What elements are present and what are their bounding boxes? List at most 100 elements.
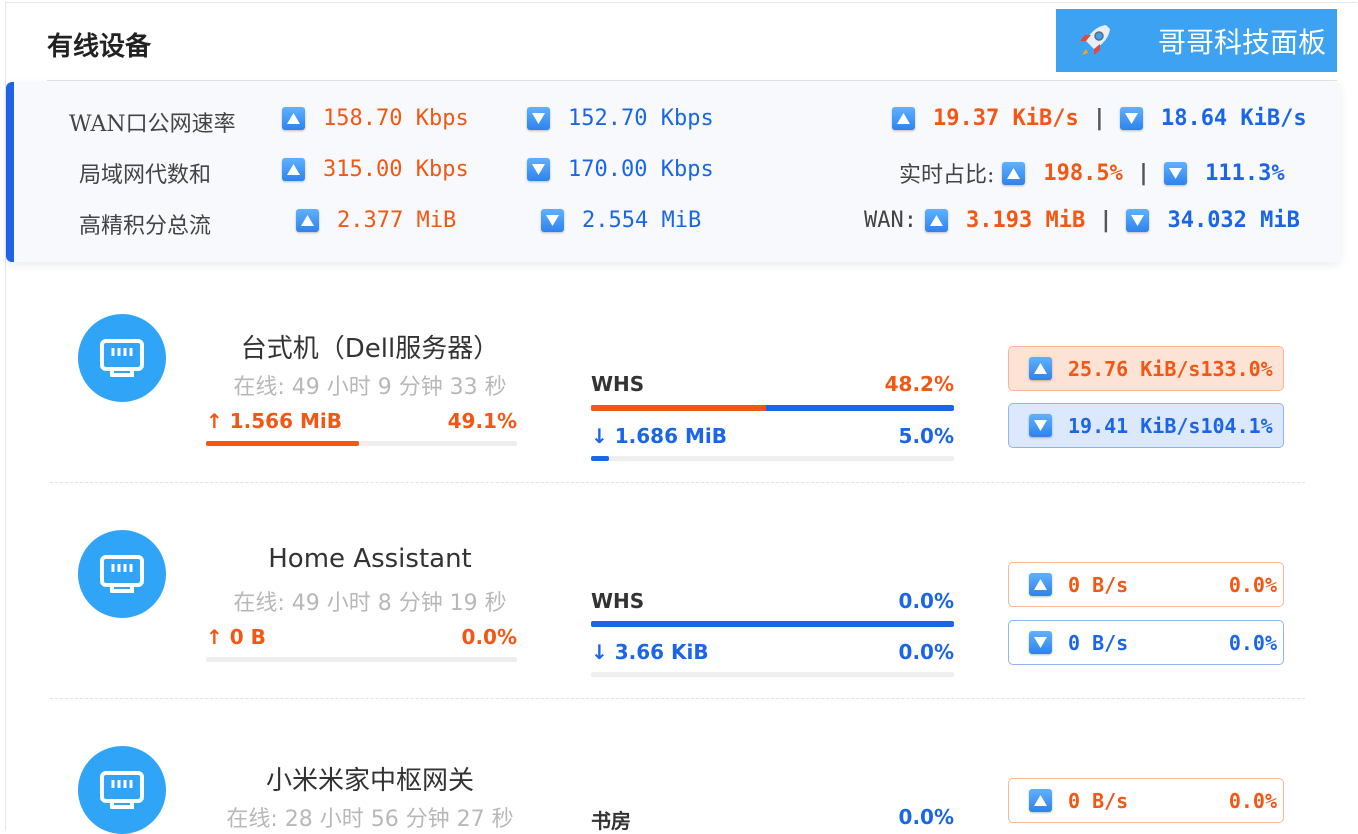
upload-speed-pct: 133.0% bbox=[1200, 356, 1273, 381]
download-bar bbox=[591, 456, 954, 461]
wan-down-rate: 18.64 KiB/s bbox=[1160, 106, 1307, 131]
lan-down-value: 170.00 Kbps bbox=[568, 157, 714, 182]
wan-label: WAN: bbox=[864, 208, 917, 233]
location-row: WHS 48.2% bbox=[591, 372, 954, 396]
wan-up-total: 3.193 MiB bbox=[965, 208, 1086, 233]
upload-bar bbox=[206, 657, 517, 662]
online-time: 在线: 49 小时 8 分钟 19 秒 bbox=[233, 591, 507, 616]
download-speed-pct: 0.0% bbox=[1228, 630, 1277, 655]
device-card[interactable]: Home Assistant 在线: 49 小时 8 分钟 19 秒 ↑ 0 B… bbox=[50, 483, 1305, 699]
device-name: 小米米家中枢网关 bbox=[265, 766, 474, 796]
stats-panel: WAN口公网速率 158.70 Kbps 152.70 Kbps 19.37 K… bbox=[6, 82, 1340, 262]
upload-speed-pct: 0.0% bbox=[1228, 572, 1277, 597]
ratio-label: 实时占比: bbox=[899, 163, 995, 188]
arrow-down-icon bbox=[527, 107, 550, 130]
stats-row-lan: 局域网代数和 315.00 Kbps 170.00 Kbps 实时占比: 198… bbox=[14, 151, 1340, 191]
upload-total: ↑ 1.566 MiB 49.1% bbox=[206, 409, 517, 433]
wan-down-total: 34.032 MiB bbox=[1167, 208, 1300, 233]
arrow-down-icon bbox=[541, 209, 564, 232]
download-bar-fill bbox=[591, 456, 610, 461]
split-bar-up bbox=[591, 405, 766, 411]
download-total: ↓ 3.66 KiB 0.0% bbox=[591, 640, 954, 664]
arrow-up-icon bbox=[1029, 789, 1052, 812]
arrow-down-icon bbox=[1119, 107, 1143, 130]
download-total: ↓ 1.686 MiB 5.0% bbox=[591, 424, 954, 448]
arrow-down-icon bbox=[1029, 631, 1052, 654]
total-up: 2.377 MiB bbox=[296, 208, 456, 233]
download-pct: 5.0% bbox=[898, 424, 954, 448]
arrow-down-icon bbox=[1029, 414, 1052, 437]
location-label: WHS bbox=[591, 372, 645, 396]
upload-bar bbox=[206, 441, 517, 446]
page-title: 有线设备 bbox=[47, 32, 152, 62]
ethernet-icon bbox=[78, 530, 166, 618]
total-up-value: 2.377 MiB bbox=[337, 208, 457, 233]
download-speed: 0 B/s bbox=[1068, 630, 1129, 655]
upload-pct: 0.0% bbox=[461, 625, 517, 649]
total-down-value: 2.554 MiB bbox=[582, 208, 702, 233]
upload-bar-fill bbox=[206, 441, 359, 446]
device-card[interactable]: 台式机（Dell服务器） 在线: 49 小时 9 分钟 33 秒 ↑ 1.566… bbox=[50, 283, 1305, 483]
location-pct: 48.2% bbox=[884, 372, 954, 396]
wan-up-value: 158.70 Kbps bbox=[323, 106, 469, 131]
device-card[interactable]: 小米米家中枢网关 在线: 28 小时 56 分钟 27 秒 书房 0.0% 0 … bbox=[50, 699, 1305, 834]
lan-down: 170.00 Kbps bbox=[527, 157, 714, 182]
total-down: 2.554 MiB bbox=[541, 208, 701, 233]
download-speed-pill: 0 B/s 0.0% bbox=[1008, 620, 1284, 665]
rocket-icon bbox=[1066, 9, 1122, 72]
arrow-up-icon bbox=[1029, 573, 1052, 596]
upload-total: ↑ 0 B 0.0% bbox=[206, 625, 517, 649]
wan-down-value: 152.70 Kbps bbox=[568, 106, 714, 131]
lan-up: 315.00 Kbps bbox=[282, 157, 469, 182]
stats-row-wan: WAN口公网速率 158.70 Kbps 152.70 Kbps 19.37 K… bbox=[14, 100, 1340, 140]
stats-label-lan: 局域网代数和 bbox=[79, 163, 212, 188]
online-time: 在线: 28 小时 56 分钟 27 秒 bbox=[226, 807, 514, 832]
wan-up: 158.70 Kbps bbox=[282, 106, 469, 131]
separator: | bbox=[1092, 106, 1106, 131]
location-pct: 0.0% bbox=[898, 805, 954, 829]
arrow-up-icon bbox=[282, 158, 305, 181]
ratio-up: 198.5% bbox=[1043, 160, 1123, 186]
arrow-down-icon bbox=[1126, 209, 1150, 232]
location-label: WHS bbox=[591, 589, 645, 613]
ratio-down: 111.3% bbox=[1205, 160, 1285, 186]
separator: | bbox=[1136, 160, 1151, 186]
lan-ratio: 实时占比: 198.5% | 111.3% bbox=[899, 157, 1285, 189]
upload-speed-pill: 25.76 KiB/s 133.0% bbox=[1008, 346, 1284, 391]
stats-label-total: 高精积分总流 bbox=[79, 214, 212, 239]
upload-value: ↑ 0 B bbox=[206, 625, 266, 649]
upload-speed: 25.76 KiB/s bbox=[1068, 356, 1201, 381]
arrow-up-icon bbox=[892, 107, 915, 130]
arrow-up-icon bbox=[296, 209, 319, 232]
location-row: WHS 0.0% bbox=[591, 589, 954, 613]
arrow-up-icon bbox=[1002, 161, 1026, 185]
stats-row-total: 高精积分总流 2.377 MiB 2.554 MiB WAN: 3.193 Mi… bbox=[14, 202, 1340, 242]
wan-down: 152.70 Kbps bbox=[527, 106, 714, 131]
title-divider bbox=[47, 80, 1337, 81]
download-speed-pill: 19.41 KiB/s 104.1% bbox=[1008, 403, 1284, 448]
arrow-down-icon bbox=[527, 158, 550, 181]
stats-label-wan: WAN口公网速率 bbox=[69, 112, 236, 137]
location-label: 书房 bbox=[591, 809, 631, 833]
lan-up-value: 315.00 Kbps bbox=[323, 157, 469, 182]
upload-speed-pct: 0.0% bbox=[1228, 788, 1277, 813]
location-row: 书房 0.0% bbox=[591, 805, 954, 834]
upload-value: ↑ 1.566 MiB bbox=[206, 409, 342, 433]
upload-speed: 0 B/s bbox=[1068, 572, 1129, 597]
online-time: 在线: 49 小时 9 分钟 33 秒 bbox=[233, 375, 507, 400]
download-pct: 0.0% bbox=[898, 640, 954, 664]
split-bar bbox=[591, 621, 954, 627]
arrow-up-icon bbox=[1029, 357, 1052, 380]
brand-button[interactable]: 哥哥科技面板 bbox=[1056, 9, 1337, 72]
location-pct: 0.0% bbox=[898, 589, 954, 613]
upload-speed-pill: 0 B/s 0.0% bbox=[1008, 778, 1284, 823]
total-wan: WAN: 3.193 MiB | 34.032 MiB bbox=[864, 208, 1300, 233]
separator: | bbox=[1099, 208, 1113, 233]
split-bar bbox=[591, 405, 954, 411]
download-speed: 19.41 KiB/s bbox=[1068, 413, 1201, 438]
ethernet-icon bbox=[78, 746, 166, 834]
ethernet-icon bbox=[78, 314, 166, 402]
download-speed-pct: 104.1% bbox=[1200, 413, 1273, 438]
download-bar bbox=[591, 672, 954, 677]
arrow-up-icon bbox=[282, 107, 305, 130]
